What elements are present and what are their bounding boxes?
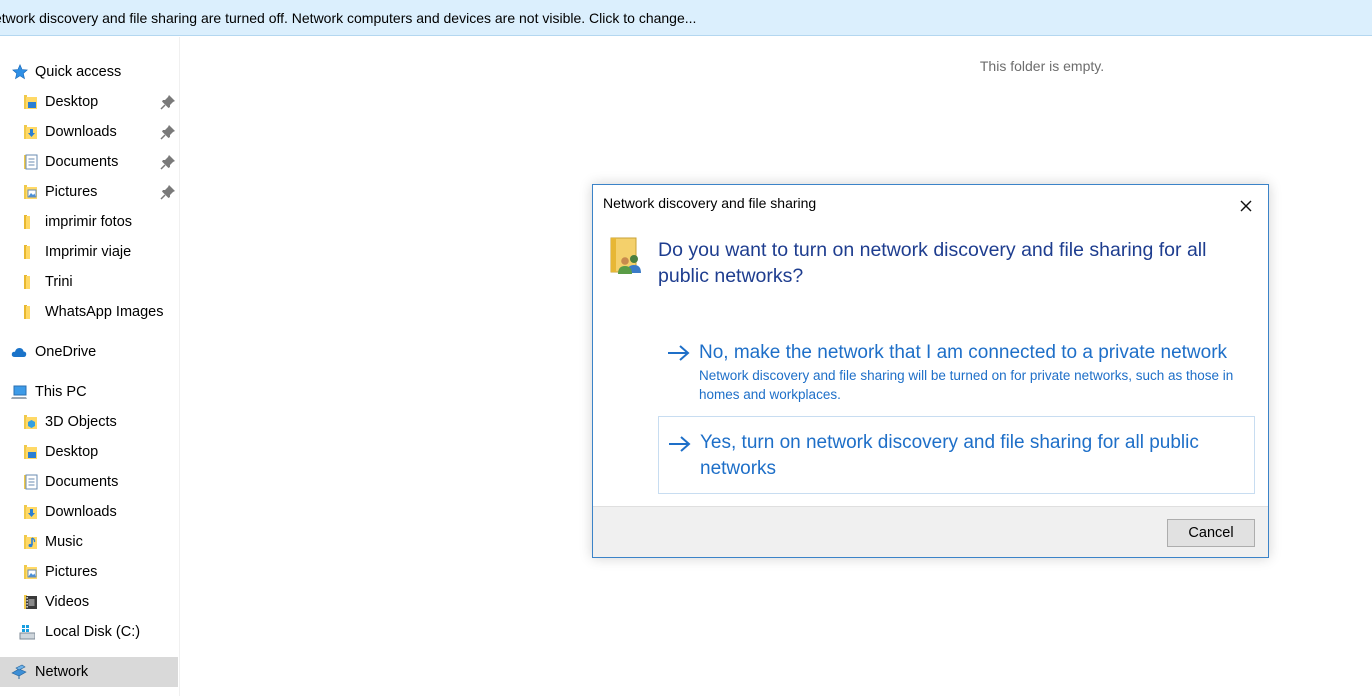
infobar-text: etwork discovery and file sharing are tu… <box>0 10 697 26</box>
drive-icon <box>19 625 35 640</box>
nav-item-qa-pictures[interactable]: Pictures <box>0 177 178 207</box>
nav-item-label: Documents <box>45 154 119 170</box>
pictures-folder-icon <box>24 565 37 579</box>
pin-icon[interactable] <box>160 124 176 140</box>
pin-icon[interactable] <box>160 94 176 110</box>
make-private-network-option[interactable]: No, make the network that I am connected… <box>658 335 1255 407</box>
nav-item-qa-imprimir-fotos[interactable]: imprimir fotos <box>0 207 178 237</box>
nav-quick-access-label: Quick access <box>35 64 122 80</box>
nav-item-qa-imprimir-viaje[interactable]: Imprimir viaje <box>0 237 178 267</box>
nav-item-label: Documents <box>45 474 119 490</box>
music-folder-icon <box>24 535 37 549</box>
nav-item-label: 3D Objects <box>45 414 117 430</box>
downloads-folder-icon <box>24 505 37 519</box>
folder-icon <box>24 245 30 259</box>
nav-item-label: Desktop <box>45 94 99 110</box>
navigation-pane: Quick access Desktop Downloads Documents <box>0 37 180 696</box>
nav-item-pc-3d-objects[interactable]: 3D Objects <box>0 407 178 437</box>
pictures-folder-icon <box>24 185 37 199</box>
option-description: Network discovery and file sharing will … <box>699 368 1234 402</box>
nav-item-label: Music <box>45 534 83 550</box>
nav-item-qa-whatsapp-images[interactable]: WhatsApp Images <box>0 297 178 327</box>
computer-icon <box>11 385 27 399</box>
turn-on-public-sharing-option[interactable]: Yes, turn on network discovery and file … <box>658 416 1255 494</box>
3d-objects-folder-icon <box>24 415 37 429</box>
arrow-right-icon <box>669 436 691 452</box>
dialog-title: Network discovery and file sharing <box>603 195 817 211</box>
nav-this-pc[interactable]: This PC <box>0 377 178 407</box>
nav-network[interactable]: Network <box>0 657 178 687</box>
pin-icon[interactable] <box>160 154 176 170</box>
nav-item-label: Trini <box>45 274 73 290</box>
nav-item-label: Local Disk (C:) <box>45 624 141 640</box>
folder-icon <box>24 275 30 289</box>
nav-item-pc-pictures[interactable]: Pictures <box>0 557 178 587</box>
dialog-question: Do you want to turn on network discovery… <box>658 239 1207 287</box>
desktop-folder-icon <box>24 95 37 109</box>
nav-item-label: Pictures <box>45 564 98 580</box>
network-discovery-infobar[interactable]: etwork discovery and file sharing are tu… <box>0 0 1372 36</box>
arrow-right-icon <box>668 345 690 361</box>
nav-item-label: Desktop <box>45 444 99 460</box>
downloads-folder-icon <box>24 125 37 139</box>
nav-this-pc-label: This PC <box>35 384 87 400</box>
nav-item-label: Pictures <box>45 184 98 200</box>
videos-folder-icon <box>24 595 37 609</box>
nav-item-label: Downloads <box>45 504 117 520</box>
network-icon <box>11 664 27 679</box>
documents-folder-icon <box>24 474 38 490</box>
nav-onedrive[interactable]: OneDrive <box>0 337 178 367</box>
nav-item-label: Downloads <box>45 124 117 140</box>
dialog-footer: Cancel <box>593 506 1268 557</box>
nav-item-label: imprimir fotos <box>45 214 133 230</box>
nav-item-qa-trini[interactable]: Trini <box>0 267 178 297</box>
nav-item-pc-documents[interactable]: Documents <box>0 467 178 497</box>
nav-item-pc-downloads[interactable]: Downloads <box>0 497 178 527</box>
nav-item-label: Imprimir viaje <box>45 244 132 260</box>
nav-item-pc-local-disk[interactable]: Local Disk (C:) <box>0 617 178 647</box>
documents-folder-icon <box>24 154 38 170</box>
nav-item-label: Videos <box>45 594 90 610</box>
nav-item-qa-documents[interactable]: Documents <box>0 147 178 177</box>
cancel-button[interactable]: Cancel <box>1167 519 1255 547</box>
nav-onedrive-label: OneDrive <box>35 344 97 360</box>
folder-icon <box>24 305 30 319</box>
star-icon <box>12 64 28 80</box>
empty-folder-message: This folder is empty. <box>979 58 1105 74</box>
option-title: Yes, turn on network discovery and file … <box>700 432 1199 479</box>
nav-item-pc-music[interactable]: Music <box>0 527 178 557</box>
pin-icon[interactable] <box>160 184 176 200</box>
nav-item-qa-desktop[interactable]: Desktop <box>0 87 178 117</box>
cloud-icon <box>11 348 27 357</box>
nav-item-qa-downloads[interactable]: Downloads <box>0 117 178 147</box>
nav-item-pc-videos[interactable]: Videos <box>0 587 178 617</box>
option-title: No, make the network that I am connected… <box>699 342 1228 363</box>
folder-icon <box>24 215 30 229</box>
nav-quick-access[interactable]: Quick access <box>0 57 178 87</box>
network-discovery-dialog: Network discovery and file sharing Do yo… <box>592 184 1269 558</box>
close-icon[interactable] <box>1233 193 1259 219</box>
desktop-folder-icon <box>24 445 37 459</box>
network-sharing-folder-icon <box>610 237 641 274</box>
nav-item-pc-desktop[interactable]: Desktop <box>0 437 178 467</box>
nav-network-label: Network <box>35 664 89 680</box>
nav-item-label: WhatsApp Images <box>45 304 164 320</box>
